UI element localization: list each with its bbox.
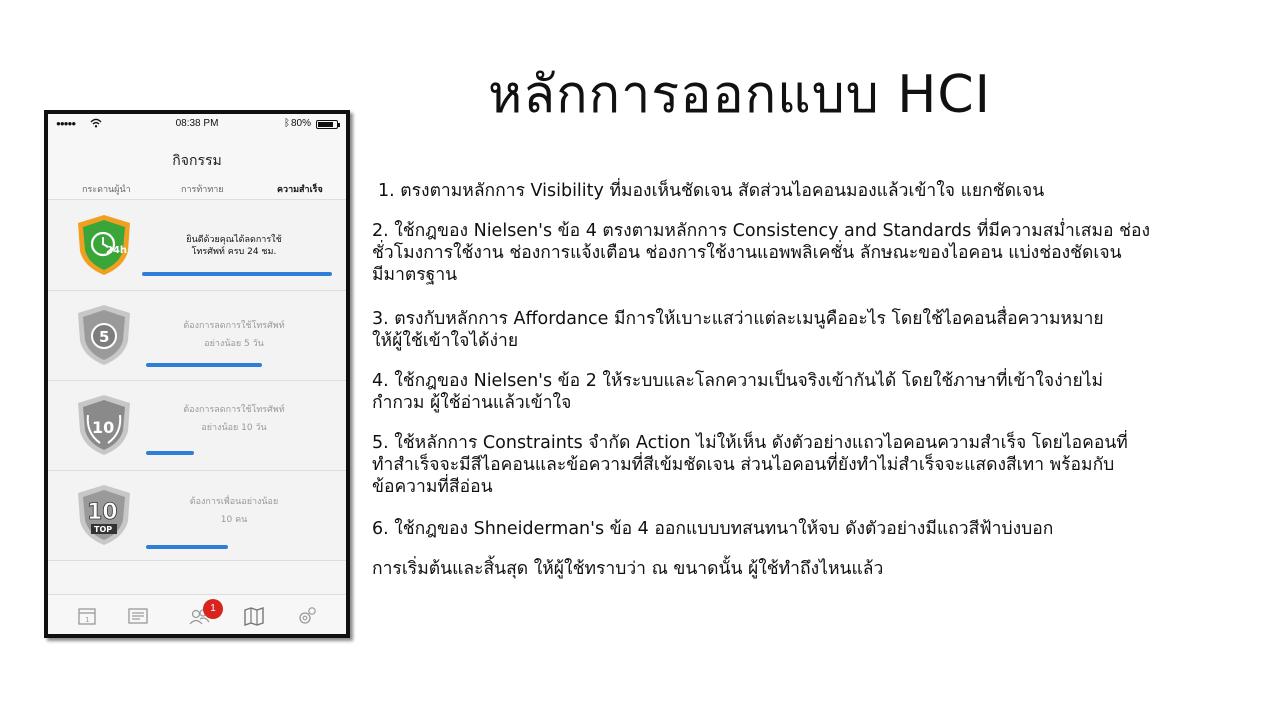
card-line-2: โทรศัพท์ ครบ 24 ชม. — [191, 247, 277, 257]
card-text: ต้องการลดการใช้โทรศัพท์ อย่างน้อย 10 วัน — [154, 401, 314, 437]
achievement-card-10-friends[interactable]: 10 TOP ต้องการเพื่อนอย่างน้อย 10 คน — [48, 471, 346, 561]
map-icon[interactable] — [243, 605, 265, 627]
5-shield-icon: 5 — [78, 305, 130, 365]
status-bar: ●●●●● 08:38 PM ᛒ 80% — [48, 114, 346, 134]
tab-leaderboard[interactable]: กระดานผู้นำ — [82, 182, 131, 196]
principle-line: กำกวม ผู้ใช้อ่านแล้วเข้าใจ — [372, 393, 572, 413]
progress-bar — [142, 272, 332, 276]
10-shield-icon: 10 — [78, 395, 130, 455]
svg-text:5: 5 — [99, 328, 109, 346]
progress-bar — [146, 451, 194, 455]
card-line-2: อย่างน้อย 5 วัน — [204, 339, 264, 349]
nav-title: กิจกรรม — [172, 153, 222, 169]
segment-tabs: กระดานผู้นำ การท้าทาย ความสำเร็จ — [48, 176, 346, 200]
svg-text:24h: 24h — [106, 245, 127, 256]
svg-text:TOP: TOP — [94, 525, 112, 534]
principle-6: 6. ใช้กฎของ Shneiderman's ข้อ 4 ออกแบบบท… — [372, 518, 1262, 540]
card-text: ต้องการลดการใช้โทรศัพท์ อย่างน้อย 5 วัน — [154, 317, 314, 353]
achievement-card-5-days[interactable]: 5 ต้องการลดการใช้โทรศัพท์ อย่างน้อย 5 วั… — [48, 291, 346, 381]
principle-line: 1. ตรงตามหลักการ Visibility ที่มองเห็นชั… — [378, 181, 1045, 201]
tab-achievements[interactable]: ความสำเร็จ — [277, 182, 323, 196]
card-line-1: ต้องการเพื่อนอย่างน้อย — [189, 497, 279, 507]
principle-line: ให้ผู้ใช้เข้าใจได้ง่าย — [372, 331, 519, 351]
nav-bar: กิจกรรม — [48, 134, 346, 176]
battery-percentage: 80% — [291, 118, 312, 129]
svg-text:10: 10 — [87, 500, 118, 525]
principle-6-continued: การเริ่มต้นและสิ้นสุด ให้ผู้ใช้ทราบว่า ณ… — [372, 558, 1262, 580]
notification-badge: 1 — [203, 599, 223, 619]
card-line-2: 10 คน — [220, 515, 248, 525]
principle-line: การเริ่มต้นและสิ้นสุด ให้ผู้ใช้ทราบว่า ณ… — [372, 559, 884, 579]
principle-1: 1. ตรงตามหลักการ Visibility ที่มองเห็นชั… — [372, 180, 1262, 202]
principle-line: ข้อความที่สีอ่อน — [372, 477, 493, 497]
achievement-card-10-days[interactable]: 10 ต้องการลดการใช้โทรศัพท์ อย่างน้อย 10 … — [48, 381, 346, 471]
bottom-tab-bar: 1 1 — [48, 594, 346, 634]
card-line-1: ต้องการลดการใช้โทรศัพท์ — [183, 321, 285, 331]
principle-line: 6. ใช้กฎของ Shneiderman's ข้อ 4 ออกแบบบท… — [372, 519, 1054, 539]
svg-text:10: 10 — [92, 418, 114, 437]
progress-bar — [146, 545, 228, 549]
phone-screen: ●●●●● 08:38 PM ᛒ 80% กิจกรรม กระดานผู้นำ… — [48, 114, 346, 634]
bluetooth-icon: ᛒ — [284, 118, 290, 129]
slide-title: หลักการออกแบบ HCI — [488, 65, 991, 125]
card-text: ยินดีด้วยคุณได้ลดการใช้ โทรศัพท์ ครบ 24 … — [154, 231, 314, 261]
news-icon[interactable] — [127, 605, 149, 627]
principle-5: 5. ใช้หลักการ Constraints จำกัด Action ไ… — [372, 432, 1262, 498]
calendar-icon[interactable]: 1 — [76, 605, 98, 627]
svg-text:1: 1 — [85, 616, 89, 624]
battery-icon — [316, 120, 340, 129]
principle-line: มีมาตรฐาน — [372, 265, 458, 285]
principle-line: 5. ใช้หลักการ Constraints จำกัด Action ไ… — [372, 433, 1128, 453]
achievement-card-24h[interactable]: 24h ยินดีด้วยคุณได้ลดการใช้ โทรศัพท์ ครบ… — [48, 201, 346, 291]
card-line-1: ต้องการลดการใช้โทรศัพท์ — [183, 405, 285, 415]
top-10-shield-icon: 10 TOP — [78, 485, 130, 545]
principle-line: 2. ใช้กฎของ Nielsen's ข้อ 4 ตรงตามหลักกา… — [372, 221, 1151, 241]
phone-mockup: ●●●●● 08:38 PM ᛒ 80% กิจกรรม กระดานผู้นำ… — [44, 110, 350, 638]
principle-line: ชั่วโมงการใช้งาน ช่องการแจ้งเตือน ช่องกา… — [372, 243, 1122, 263]
card-line-2: อย่างน้อย 10 วัน — [201, 423, 267, 433]
principle-3: 3. ตรงกับหลักการ Affordance มีการให้เบาะ… — [372, 308, 1262, 352]
principle-2: 2. ใช้กฎของ Nielsen's ข้อ 4 ตรงตามหลักกา… — [372, 220, 1262, 286]
tab-challenges[interactable]: การท้าทาย — [181, 182, 224, 196]
principle-4: 4. ใช้กฎของ Nielsen's ข้อ 2 ให้ระบบและโล… — [372, 370, 1262, 414]
progress-bar — [146, 363, 262, 367]
card-text: ต้องการเพื่อนอย่างน้อย 10 คน — [154, 493, 314, 529]
principle-line: 3. ตรงกับหลักการ Affordance มีการให้เบาะ… — [372, 309, 1104, 329]
principle-line: ทำสำเร็จจะมีสีไอคอนและข้อความที่สีเข้มชั… — [372, 455, 1115, 475]
settings-icon[interactable] — [296, 605, 318, 627]
24h-shield-icon: 24h — [78, 215, 130, 275]
principle-line: 4. ใช้กฎของ Nielsen's ข้อ 2 ให้ระบบและโล… — [372, 371, 1104, 391]
